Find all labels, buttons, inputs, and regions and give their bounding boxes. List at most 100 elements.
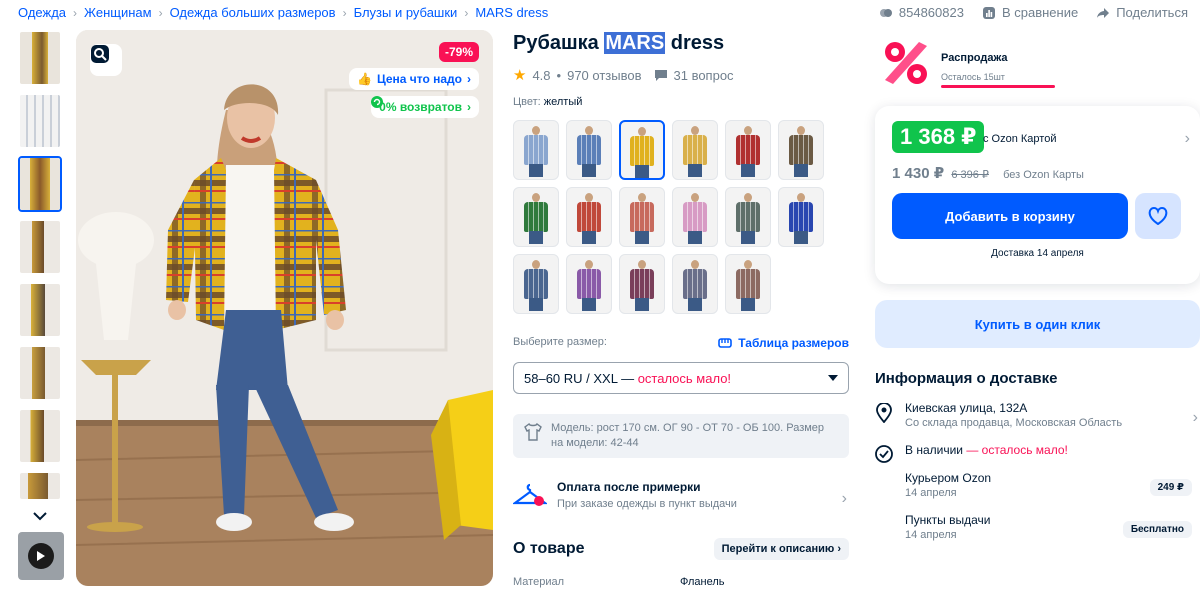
color-swatch[interactable] bbox=[725, 187, 771, 247]
compare-button[interactable]: В сравнение bbox=[982, 5, 1078, 20]
regular-price-row: 1 430 ₽ 6 396 ₽ без Ozon Карты bbox=[892, 164, 1084, 182]
color-swatch[interactable] bbox=[778, 187, 824, 247]
stock-label: В наличии bbox=[905, 443, 964, 457]
breadcrumb-item[interactable]: Женщинам bbox=[84, 5, 152, 20]
swatch-shirt bbox=[630, 269, 654, 299]
thumbnail[interactable] bbox=[18, 219, 62, 275]
thumbnail[interactable] bbox=[18, 30, 62, 86]
swatch-legs bbox=[741, 164, 755, 177]
thumbnail[interactable] bbox=[18, 345, 62, 401]
swatch-legs bbox=[582, 231, 596, 244]
breadcrumb-item[interactable]: Одежда больших размеров bbox=[170, 5, 336, 20]
color-swatch[interactable] bbox=[513, 254, 559, 314]
chevron-right-icon[interactable]: › bbox=[1185, 130, 1190, 148]
delivery-option-courier[interactable]: Курьером Ozon 14 апреля 249 ₽ bbox=[875, 471, 1200, 499]
sale-progress-bar bbox=[941, 85, 1055, 88]
compare-icon bbox=[982, 6, 995, 19]
swatch-shirt bbox=[736, 135, 760, 165]
swatch-shirt bbox=[683, 269, 707, 299]
color-swatch[interactable] bbox=[672, 187, 718, 247]
about-title: О товаре bbox=[513, 540, 585, 557]
swatch-figure bbox=[585, 193, 593, 202]
color-swatch[interactable] bbox=[778, 120, 824, 180]
swatch-shirt bbox=[789, 202, 813, 232]
breadcrumb-item[interactable]: MARS dress bbox=[475, 5, 548, 20]
hanger-icon bbox=[513, 483, 547, 506]
image-search-button[interactable] bbox=[90, 44, 122, 76]
color-swatch[interactable] bbox=[566, 254, 612, 314]
color-swatch[interactable] bbox=[672, 254, 718, 314]
swatch-figure bbox=[691, 193, 699, 202]
swatch-figure bbox=[797, 126, 805, 135]
color-label-text: Цвет: bbox=[513, 96, 541, 108]
go-to-description-button[interactable]: Перейти к описанию › bbox=[713, 538, 849, 560]
swatch-figure bbox=[691, 126, 699, 135]
swatch-legs bbox=[688, 164, 702, 177]
color-swatch[interactable] bbox=[725, 254, 771, 314]
title-suffix: dress bbox=[665, 32, 725, 54]
color-swatch[interactable] bbox=[672, 120, 718, 180]
breadcrumb-item[interactable]: Блузы и рубашки bbox=[354, 5, 458, 20]
returns-badge[interactable]: 0% возвратов › bbox=[371, 96, 479, 118]
regular-price-label: без Ozon Карты bbox=[1003, 169, 1084, 181]
share-button[interactable]: Поделиться bbox=[1096, 5, 1188, 20]
swatch-figure bbox=[638, 127, 646, 136]
delivery-address[interactable]: Киевская улица, 132А Со склада продавца,… bbox=[875, 401, 1200, 429]
size-table-link[interactable]: Таблица размеров bbox=[718, 336, 849, 350]
chat-icon bbox=[654, 70, 667, 81]
color-swatch[interactable] bbox=[566, 187, 612, 247]
size-table-label: Таблица размеров bbox=[738, 336, 849, 350]
sku-copy[interactable]: 854860823 bbox=[879, 5, 964, 20]
swatch-legs bbox=[529, 164, 543, 177]
color-swatch[interactable] bbox=[619, 254, 665, 314]
attribute-row: Материал Фланель bbox=[513, 576, 849, 588]
product-photo[interactable]: -79% 👍 Цена что надо › 0% возвратов › bbox=[76, 30, 493, 586]
color-swatch[interactable] bbox=[619, 187, 665, 247]
add-to-cart-button[interactable]: Добавить в корзину bbox=[892, 193, 1128, 239]
favorite-button[interactable] bbox=[1135, 193, 1181, 239]
ozon-card-label: с Ozon Картой bbox=[983, 133, 1057, 145]
about-header: О товаре Перейти к описанию › bbox=[513, 538, 849, 560]
rating-value: 4.8 bbox=[532, 67, 551, 83]
questions-link[interactable]: 31 вопрос bbox=[674, 68, 734, 83]
swatch-shirt bbox=[630, 136, 654, 166]
breadcrumb-item[interactable]: Одежда bbox=[18, 5, 66, 20]
delivery-option-pickup[interactable]: Пункты выдачи 14 апреля Бесплатно bbox=[875, 513, 1200, 541]
swatch-legs bbox=[635, 298, 649, 311]
swatch-shirt bbox=[683, 202, 707, 232]
rating-row: ★ 4.8 • 970 отзывов 31 вопрос bbox=[513, 66, 849, 84]
good-price-badge[interactable]: 👍 Цена что надо › bbox=[348, 68, 479, 90]
ruler-icon bbox=[718, 338, 733, 348]
color-swatch[interactable] bbox=[725, 120, 771, 180]
color-swatch[interactable] bbox=[513, 120, 559, 180]
size-select[interactable]: 58–60 RU / XXL — осталось мало! bbox=[513, 362, 849, 394]
dot-separator: • bbox=[556, 67, 562, 83]
color-swatch[interactable] bbox=[619, 120, 665, 180]
location-pin-icon bbox=[876, 403, 892, 423]
reviews-link[interactable]: 970 отзывов bbox=[567, 68, 641, 83]
color-swatch[interactable] bbox=[566, 120, 612, 180]
swatch-shirt bbox=[789, 135, 813, 165]
thumbnail-active[interactable] bbox=[18, 156, 62, 212]
chevron-down-icon[interactable] bbox=[18, 506, 62, 526]
thumbnail[interactable] bbox=[18, 408, 62, 464]
buy-one-click-button[interactable]: Купить в один клик bbox=[875, 300, 1200, 348]
courier-price: 249 ₽ bbox=[1149, 479, 1192, 496]
thumbnail[interactable] bbox=[18, 282, 62, 338]
breadcrumb-separator-icon: › bbox=[342, 5, 347, 20]
color-swatch[interactable] bbox=[513, 187, 559, 247]
video-thumbnail[interactable] bbox=[18, 532, 64, 580]
share-icon bbox=[1097, 7, 1110, 18]
swatch-figure bbox=[532, 260, 540, 269]
swatch-figure bbox=[585, 126, 593, 135]
swatch-figure bbox=[585, 260, 593, 269]
page-title: Рубашка MARS dress bbox=[513, 30, 849, 56]
size-low-stock: осталось мало! bbox=[637, 370, 732, 386]
swatch-shirt bbox=[736, 269, 760, 299]
pay-after-fitting[interactable]: Оплата после примерки При заказе одежды … bbox=[513, 480, 849, 510]
thumbnail[interactable] bbox=[18, 93, 62, 149]
caret-down-icon bbox=[828, 375, 838, 381]
product-details: Рубашка MARS dress ★ 4.8 • 970 отзывов 3… bbox=[513, 30, 849, 588]
thumbnail[interactable] bbox=[18, 471, 62, 501]
breadcrumb-separator-icon: › bbox=[158, 5, 163, 20]
